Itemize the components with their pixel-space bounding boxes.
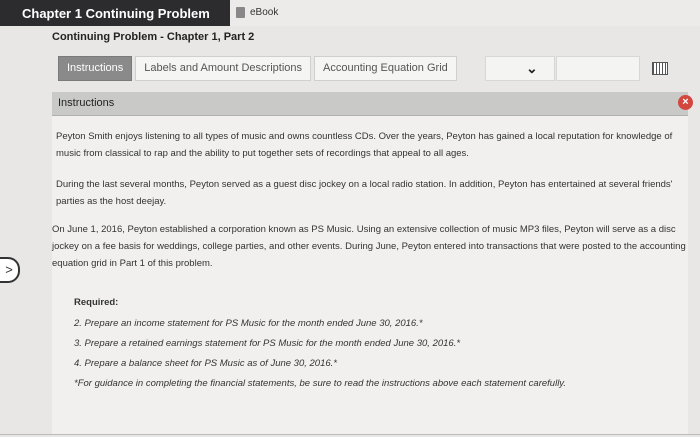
- menu-grid-icon[interactable]: [652, 62, 668, 75]
- close-icon[interactable]: ×: [678, 95, 693, 110]
- tab-labels-and-amount-descriptions[interactable]: Labels and Amount Descriptions: [135, 56, 312, 81]
- footnote: *For guidance in completing the financia…: [74, 378, 566, 389]
- requirement-item: 2. Prepare an income statement for PS Mu…: [74, 318, 423, 329]
- ebook-tab-area: [230, 0, 700, 26]
- page-subtitle: Continuing Problem - Chapter 1, Part 2: [52, 31, 255, 43]
- tab-strip: Instructions Labels and Amount Descripti…: [58, 56, 457, 81]
- app-title: Chapter 1 Continuing Problem: [22, 6, 210, 21]
- top-bar: Chapter 1 Continuing Problem eBook: [0, 0, 700, 26]
- next-arrow-icon[interactable]: >: [0, 257, 20, 283]
- ebook-link[interactable]: eBook: [236, 7, 278, 18]
- tab-instructions[interactable]: Instructions: [58, 56, 133, 81]
- requirement-item: 3. Prepare a retained earnings statement…: [74, 338, 461, 349]
- paragraph-3: On June 1, 2016, Peyton established a co…: [52, 224, 686, 269]
- divider: [0, 434, 700, 435]
- required-heading: Required:: [74, 297, 119, 308]
- tab-placeholder[interactable]: [556, 56, 640, 81]
- paragraph-1: Peyton Smith enjoys listening to all typ…: [56, 131, 673, 159]
- tab-placeholder[interactable]: [485, 56, 555, 81]
- instructions-header: Instructions: [52, 92, 688, 116]
- instructions-title: Instructions: [58, 97, 115, 109]
- requirement-item: 4. Prepare a balance sheet for PS Music …: [74, 358, 337, 369]
- tab-accounting-equation-grid[interactable]: Accounting Equation Grid: [314, 56, 457, 81]
- paragraph-2: During the last several months, Peyton s…: [56, 179, 673, 207]
- book-icon: [236, 7, 245, 18]
- chevron-down-icon[interactable]: ⌄: [526, 60, 538, 77]
- ebook-label: eBook: [250, 7, 279, 18]
